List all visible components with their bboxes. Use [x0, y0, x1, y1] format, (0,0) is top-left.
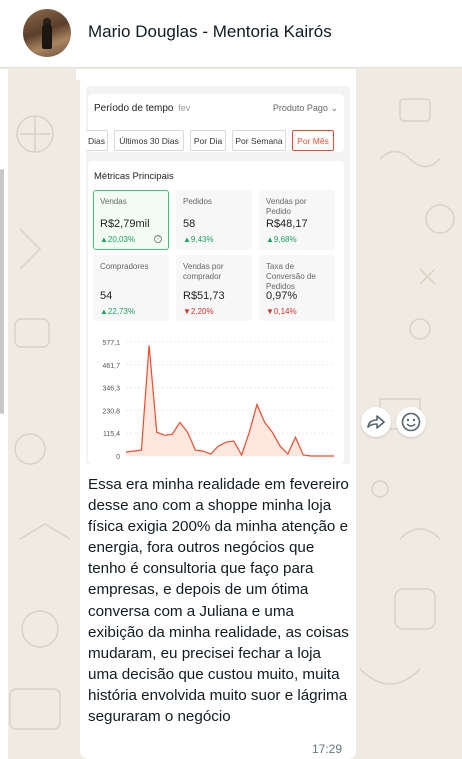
metric-vendas-por-pedido: Vendas por Pedido R$48,17 ▲9,68% — [259, 190, 335, 250]
forward-button[interactable] — [361, 407, 391, 437]
y-tick-label: 461,7 — [102, 363, 120, 370]
metric-compradores: Compradores 54 ▲22,73% — [93, 255, 169, 321]
metrics-card: Métricas Principais Vendas R$2,79mil ▲20… — [88, 161, 344, 464]
message-time: 17:29 — [312, 742, 343, 756]
chat-header: Mario Douglas - Mentoria Kairós — [0, 0, 462, 68]
metric-label: Compradores — [100, 262, 149, 271]
y-tick-label: 577,1 — [102, 340, 120, 347]
metric-label: Vendas por Pedido — [266, 197, 307, 216]
chevron-down-icon: ⌄ — [330, 103, 338, 113]
avatar-figure-body — [42, 23, 52, 49]
y-tick-label: 115,4 — [103, 431, 120, 438]
metric-value: 58 — [183, 218, 196, 230]
metric-pedidos: Pedidos 58 ▲9,43% — [176, 190, 252, 250]
metric-vendas-por-comprador: Vendas por comprador R$51,73 ▼2,20% — [176, 255, 252, 321]
contact-name[interactable]: Mario Douglas - Mentoria Kairós — [88, 22, 332, 42]
sales-area — [126, 345, 334, 456]
y-tick-label: 0 — [116, 454, 120, 461]
forward-icon — [367, 415, 385, 429]
metric-change: ▲20,03% — [100, 235, 136, 244]
help-icon: ? — [154, 235, 162, 243]
y-tick-label: 346,3 — [102, 386, 120, 393]
y-tick-label: 230,8 — [102, 408, 120, 415]
metric-value: 54 — [100, 290, 113, 302]
metric-change: ▲22,73% — [100, 307, 136, 316]
metric-value: 0,97% — [266, 290, 298, 302]
sales-chart: 577,1 461,7 346,3 230,8 115,4 0 — [102, 340, 334, 461]
chip-por-semana: Por Semana — [232, 130, 286, 151]
metric-label: Taxa de Conversão de Pedidos — [266, 262, 316, 291]
metric-taxa-conversao: Taxa de Conversão de Pedidos 0,97% ▼0,14… — [259, 255, 335, 321]
emoji-reaction-button[interactable] — [396, 407, 426, 437]
emoji-icon — [401, 412, 421, 432]
period-card: Período de tempo fev Produto Pago ⌄ Dias… — [86, 94, 344, 152]
metric-change: ▼2,20% — [183, 307, 214, 316]
metrics-title: Métricas Principais — [94, 171, 174, 182]
metric-value: R$48,17 — [266, 218, 308, 230]
contact-avatar[interactable] — [23, 9, 71, 57]
metric-value: R$51,73 — [183, 290, 225, 302]
metric-value: R$2,79mil — [100, 218, 150, 230]
chip-dias: Dias — [86, 130, 108, 151]
chat-area: Período de tempo fev Produto Pago ⌄ Dias… — [0, 69, 462, 759]
scrollbar-thumb[interactable] — [0, 169, 4, 414]
chip-por-dia: Por Dia — [190, 130, 226, 151]
message-text: Essa era minha realidade em fevereiro de… — [88, 476, 349, 726]
metric-label: Vendas por comprador — [183, 262, 224, 281]
metric-label: Vendas — [100, 197, 127, 206]
metric-change: ▲9,43% — [183, 235, 214, 244]
chip-por-mes: Por Mês — [292, 130, 334, 151]
metric-change: ▼0,14% — [266, 307, 297, 316]
message-image[interactable]: Período de tempo fev Produto Pago ⌄ Dias… — [86, 86, 350, 464]
metric-vendas: Vendas R$2,79mil ▲20,03% ? — [93, 190, 169, 250]
period-title: Período de tempo fev — [94, 103, 191, 114]
metric-label: Pedidos — [183, 197, 212, 206]
metric-change: ▲9,68% — [266, 235, 297, 244]
chip-ultimos-30-dias: Últimos 30 Dias — [114, 130, 184, 151]
product-filter: Produto Pago ⌄ — [272, 103, 338, 113]
